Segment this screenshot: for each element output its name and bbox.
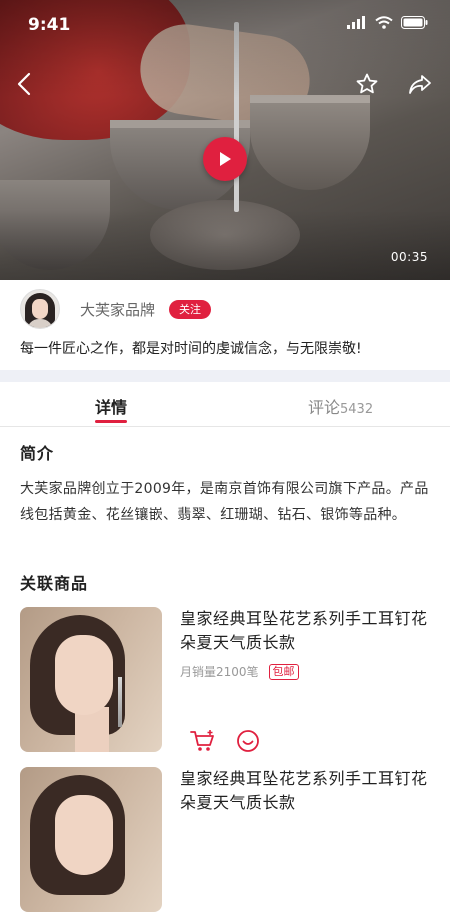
avatar[interactable]	[20, 289, 60, 329]
author-row: 大芙家品牌 关注	[20, 289, 212, 329]
customer-service-button[interactable]	[236, 729, 260, 757]
tab-active-indicator	[95, 420, 128, 423]
intro-title: 简介	[20, 444, 55, 463]
share-icon	[409, 75, 431, 94]
section-divider	[0, 370, 450, 382]
status-bar: 9:41	[0, 0, 450, 44]
tab-reviews-label: 评论	[308, 398, 341, 417]
product-title[interactable]: 皇家经典耳坠花艺系列手工耳钉花朵夏天气质长款	[180, 767, 430, 815]
wifi-icon	[375, 16, 393, 29]
intro-text: 大芙家品牌创立于2009年，是南京首饰有限公司旗下产品。产品线包括黄金、花丝镶嵌…	[20, 481, 429, 523]
play-button[interactable]	[203, 137, 247, 181]
free-shipping-badge: 包邮	[268, 663, 299, 680]
battery-icon	[401, 16, 428, 29]
back-button[interactable]	[6, 66, 42, 102]
product-card[interactable]: 皇家经典耳坠花艺系列手工耳钉花朵夏天气质长款	[20, 767, 440, 917]
product-card[interactable]: 皇家经典耳坠花艺系列手工耳钉花朵夏天气质长款 月销量2100笔 包邮	[20, 607, 440, 757]
cart-add-icon	[190, 730, 214, 751]
tab-reviews[interactable]: 评论5432	[308, 394, 373, 418]
follow-button[interactable]: 关注	[169, 299, 212, 319]
video-duration: 00:35	[390, 250, 428, 264]
tab-reviews-count: 5432	[340, 402, 374, 417]
status-time: 9:41	[28, 15, 71, 35]
back-icon	[17, 72, 31, 96]
tab-details-label: 详情	[95, 398, 128, 417]
tab-bar: 详情 评论5432	[0, 382, 450, 427]
product-image[interactable]	[20, 607, 162, 752]
tab-details[interactable]: 详情	[95, 394, 128, 423]
author-name[interactable]: 大芙家品牌	[80, 299, 155, 320]
slogan-text: 每一件匠心之作，都是对时间的虔诚信念，与无限崇敬!	[20, 341, 362, 357]
product-sales: 月销量2100笔	[180, 665, 259, 679]
favorite-button[interactable]	[349, 66, 385, 102]
product-actions	[190, 729, 260, 757]
product-meta: 月销量2100笔 包邮	[180, 663, 299, 680]
service-icon	[237, 730, 259, 752]
product-title[interactable]: 皇家经典耳坠花艺系列手工耳钉花朵夏天气质长款	[180, 607, 430, 655]
product-image[interactable]	[20, 767, 162, 912]
star-icon	[356, 73, 378, 94]
signal-icon	[347, 16, 365, 29]
add-to-cart-button[interactable]	[190, 729, 216, 757]
status-icons	[347, 16, 428, 29]
share-button[interactable]	[402, 66, 438, 102]
related-title: 关联商品	[20, 574, 89, 593]
play-icon	[220, 152, 231, 166]
